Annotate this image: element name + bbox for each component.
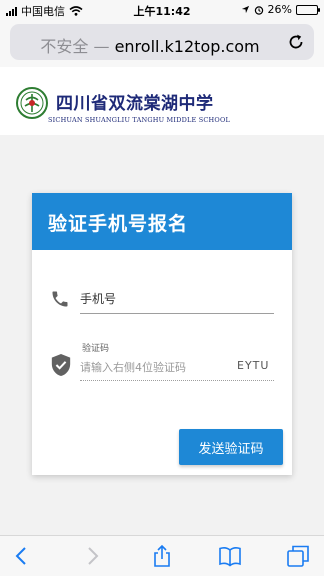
card-header: 验证手机号报名 bbox=[32, 193, 292, 250]
alarm-icon bbox=[254, 5, 263, 15]
url-domain: enroll.k12top.com bbox=[114, 37, 260, 56]
send-code-button[interactable]: 发送验证码 bbox=[179, 429, 283, 465]
browser-toolbar bbox=[0, 535, 324, 576]
phone-input[interactable]: 手机号 bbox=[80, 286, 274, 314]
bookmarks-icon[interactable] bbox=[218, 544, 242, 568]
reload-icon[interactable] bbox=[286, 32, 306, 52]
web-page: 四川省双流棠湖中学 SICHUAN SHUANGLIU TANGHU MIDDL… bbox=[0, 67, 324, 535]
battery-icon bbox=[296, 4, 320, 15]
school-header: 四川省双流棠湖中学 SICHUAN SHUANGLIU TANGHU MIDDL… bbox=[0, 67, 324, 135]
registration-card: 验证手机号报名 手机号 验证码 请输入右侧4位验证码 EYTU 发送验证码 bbox=[32, 193, 292, 475]
url-separator: — bbox=[93, 37, 110, 56]
school-logo-icon bbox=[16, 87, 48, 119]
browser-address-area: 不安全 — enroll.k12top.com bbox=[0, 20, 324, 67]
battery-percent: 26% bbox=[267, 3, 292, 16]
shield-check-icon bbox=[51, 354, 71, 376]
status-bar: 中国电信 上午11:42 26% bbox=[0, 0, 324, 20]
phone-icon bbox=[52, 291, 68, 307]
share-icon[interactable] bbox=[150, 544, 174, 568]
tabs-icon[interactable] bbox=[286, 544, 310, 568]
location-icon bbox=[241, 5, 249, 14]
url-display[interactable]: 不安全 — enroll.k12top.com bbox=[10, 33, 290, 57]
back-icon[interactable] bbox=[10, 544, 34, 568]
captcha-code[interactable]: EYTU bbox=[237, 359, 269, 372]
address-bar[interactable]: 不安全 — enroll.k12top.com bbox=[10, 24, 314, 60]
forward-icon[interactable] bbox=[80, 544, 104, 568]
school-name-cn: 四川省双流棠湖中学 bbox=[56, 94, 214, 114]
security-label: 不安全 bbox=[40, 37, 89, 56]
school-name-en: SICHUAN SHUANGLIU TANGHU MIDDLE SCHOOL bbox=[48, 116, 230, 124]
form-title: 验证手机号报名 bbox=[48, 213, 189, 235]
